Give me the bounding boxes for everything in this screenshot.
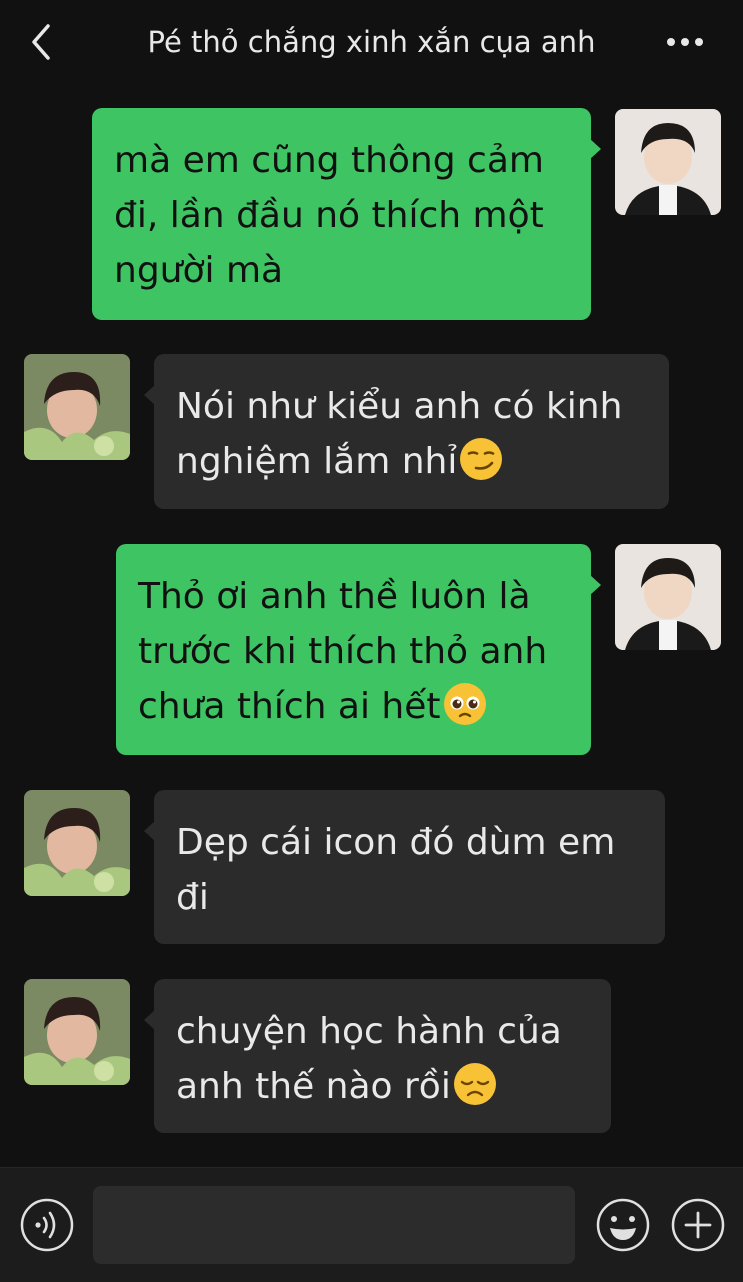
message-text: đi [176,877,209,918]
chat-input-bar [0,1167,743,1282]
message-text: trước khi thích thỏ anh [138,631,548,672]
message-bubble-received[interactable]: Nói như kiểu anh có kinh nghiệm lắm nhỉ [144,354,669,509]
message-bubble-sent[interactable]: Thỏ ơi anh thề luôn là trước khi thích t… [116,544,601,755]
message-text: Nói như kiểu anh có kinh [176,386,623,427]
chat-header: Pé thỏ chắng xinh xắn cụa anh [0,0,743,84]
message-text: anh thế nào rồi [176,1066,451,1107]
my-avatar[interactable] [615,109,721,215]
bubble-tail [144,384,156,406]
message-input[interactable] [93,1186,575,1264]
message-text: đi, lần đầu nó thích một [114,195,544,236]
message-text: người mà [114,250,284,291]
message-text: nghiệm lắm nhỉ [176,441,458,482]
bubble-tail [589,138,601,160]
message-text: chuyện học hành của [176,1011,562,1052]
smiley-icon [596,1198,650,1252]
message-line: nghiệm lắm nhỉ [176,434,647,489]
message-line: chưa thích ai hết [138,679,569,734]
add-button[interactable] [670,1197,726,1253]
voice-input-icon [20,1198,74,1252]
back-button[interactable] [22,20,62,64]
my-avatar[interactable] [615,544,721,650]
message-text: chưa thích ai hết [138,686,441,727]
message-line: anh thế nào rồi [176,1059,589,1114]
message-bubble-received[interactable]: Dẹp cái icon đó dùm em đi [144,790,665,944]
voice-button[interactable] [19,1197,75,1253]
contact-avatar[interactable] [24,354,130,460]
contact-avatar[interactable] [24,979,130,1085]
smirking-face-icon [459,437,503,481]
chevron-left-icon [32,24,50,60]
message-text: mà em cũng thông cảm [114,140,544,181]
bubble-tail [589,574,601,596]
bubble-tail [144,1009,156,1031]
disappointed-face-icon [453,1062,497,1106]
message-bubble-sent[interactable]: mà em cũng thông cảm đi, lần đầu nó thíc… [92,108,601,320]
message-text: Thỏ ơi anh thề luôn là [138,576,531,617]
bubble-tail [144,820,156,842]
pleading-face-icon [443,682,487,726]
message-bubble-received[interactable]: chuyện học hành của anh thế nào rồi [144,979,611,1133]
emoji-button[interactable] [595,1197,651,1253]
more-horizontal-icon [667,38,703,46]
chat-title: Pé thỏ chắng xinh xắn cụa anh [147,25,596,59]
more-button[interactable] [660,26,710,58]
message-text: Dẹp cái icon đó dùm em [176,822,616,863]
plus-circle-icon [671,1198,725,1252]
contact-avatar[interactable] [24,790,130,896]
